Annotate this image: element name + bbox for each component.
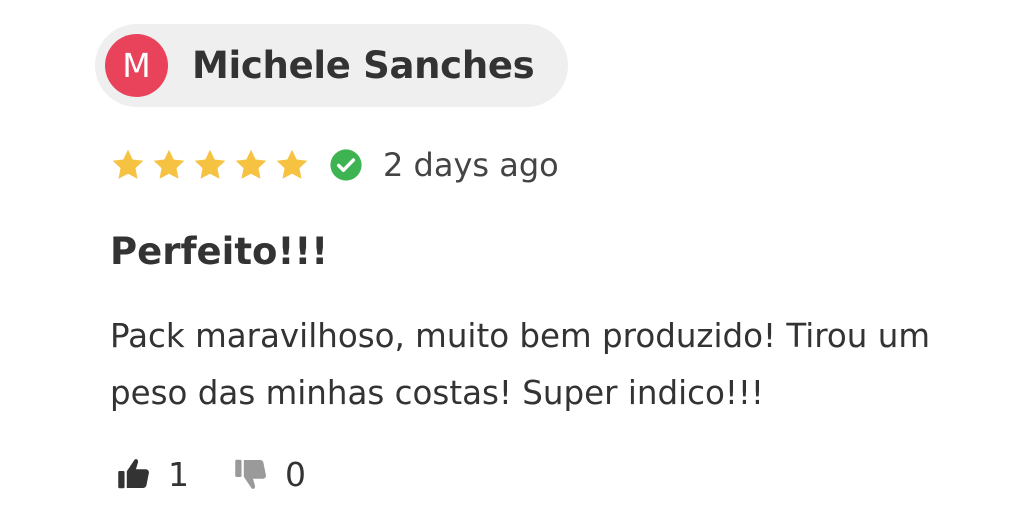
star-rating <box>110 147 315 183</box>
author-name: Michele Sanches <box>192 44 535 87</box>
thumbs-up-icon <box>118 459 149 489</box>
review-date: 2 days ago <box>383 146 559 184</box>
helpful-yes-count: 1 <box>168 454 189 494</box>
star-icon <box>276 149 308 179</box>
check-circle-icon <box>330 149 362 181</box>
rating-row: 2 days ago <box>110 140 559 190</box>
star-icon <box>112 149 144 179</box>
author-chip[interactable]: M Michele Sanches <box>95 24 569 107</box>
review-card: M Michele Sanches 2 days ago Perfeito!!!… <box>0 0 1024 527</box>
star-icon <box>153 149 185 179</box>
helpful-no-count: 0 <box>285 454 306 494</box>
avatar: M <box>105 34 168 97</box>
avatar-initial: M <box>122 46 151 85</box>
review-body: Pack maravilhoso, muito bem produzido! T… <box>110 317 930 412</box>
helpful-yes-button[interactable]: 1 <box>116 455 189 494</box>
review-title: Perfeito!!! <box>110 230 329 273</box>
helpful-no-button[interactable]: 0 <box>233 455 306 494</box>
star-icon <box>194 149 226 179</box>
thumbs-down-icon <box>235 459 266 489</box>
helpful-votes: 1 0 <box>116 452 306 496</box>
star-icon <box>235 149 267 179</box>
